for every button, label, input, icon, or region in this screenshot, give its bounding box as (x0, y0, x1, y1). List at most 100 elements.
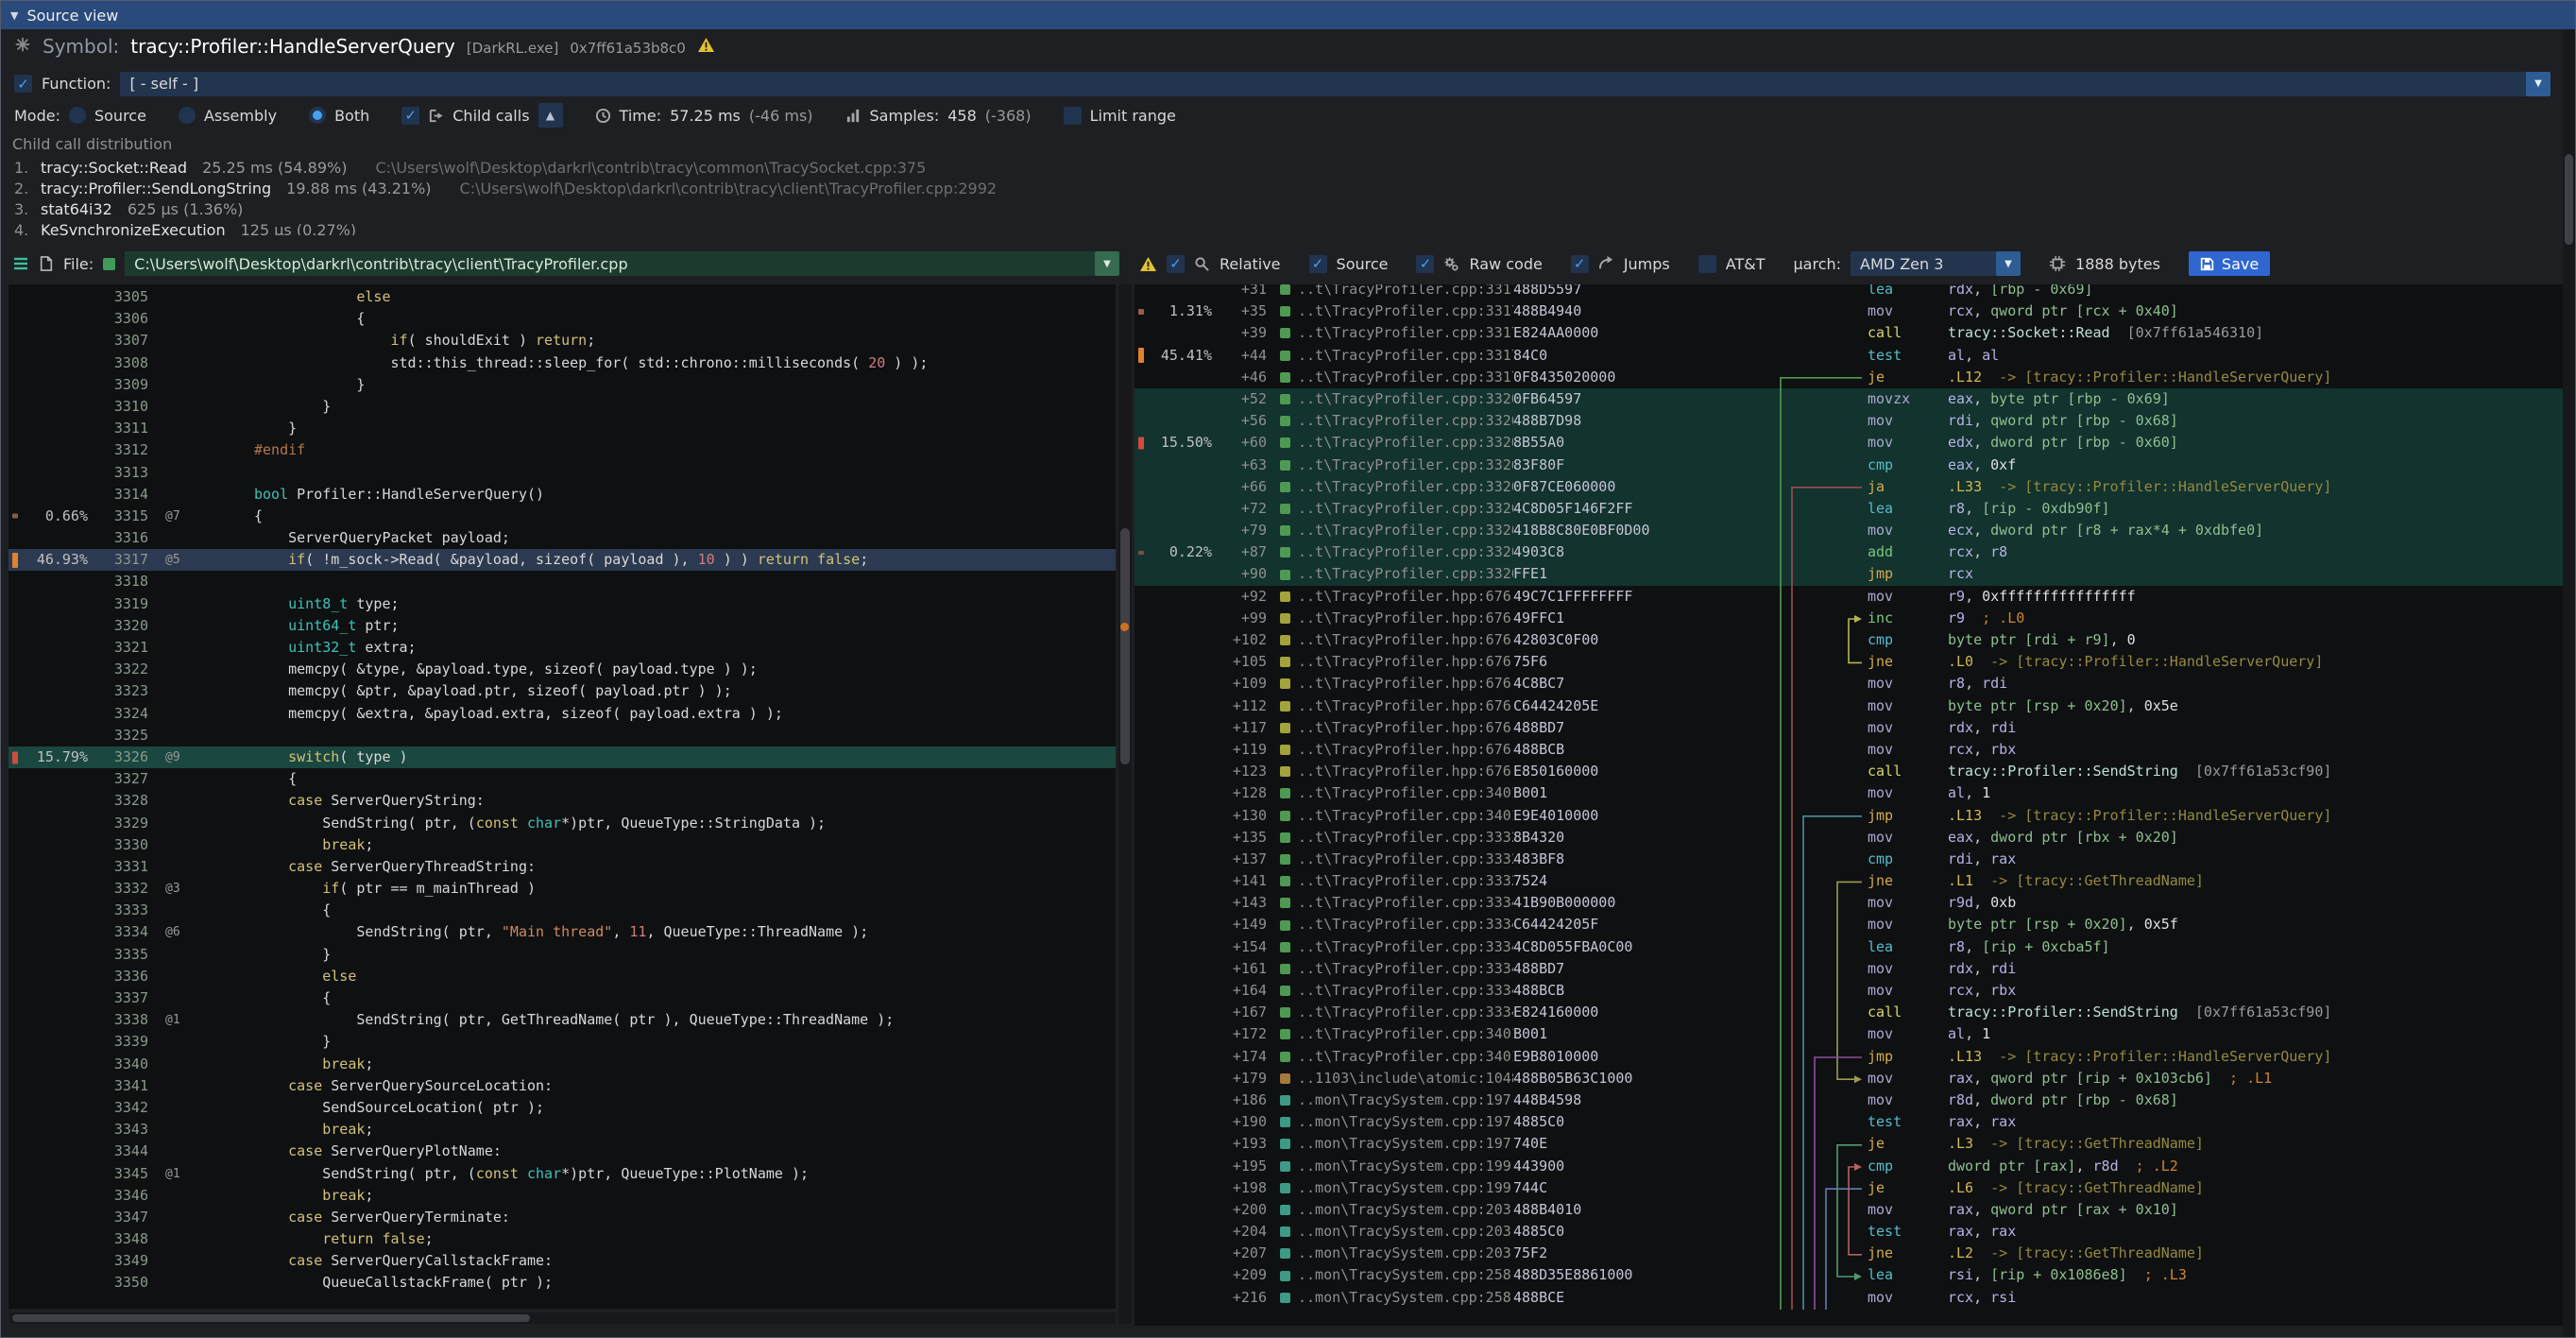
asm-row[interactable]: +161..t\TracyProfiler.cpp:3334488BD7movr… (1134, 958, 2563, 980)
asm-row[interactable]: +72..t\TracyProfiler.cpp:33264C8D05F146F… (1134, 498, 2563, 520)
source-line[interactable]: 3337 { (9, 987, 1116, 1009)
file-list-icon[interactable] (12, 255, 29, 272)
source-line[interactable]: 3338@1 SendString( ptr, GetThreadName( p… (9, 1009, 1116, 1031)
distribution-item[interactable]: 1.tracy::Socket::Read25.25 ms (54.89%)C:… (14, 158, 2537, 179)
asm-row[interactable]: +99..t\TracyProfiler.hpp:67649FFC1incr9 … (1134, 608, 2563, 629)
source-line[interactable]: 3345@1 SendString( ptr, (const char*)ptr… (9, 1163, 1116, 1185)
asm-row[interactable]: +195..mon\TracySystem.cpp:199443900cmpdw… (1134, 1156, 2563, 1177)
source-horizontal-scrollbar[interactable] (10, 1312, 1116, 1324)
source-line[interactable]: 3341 case ServerQuerySourceLocation: (9, 1075, 1116, 1097)
propagate-up-button[interactable]: ▲ (538, 103, 563, 128)
asm-row[interactable]: +179..1103\include\atomic:1048488B05B63C… (1134, 1068, 2563, 1089)
radio-assembly[interactable] (179, 107, 196, 124)
source-line[interactable]: 3323 memcpy( &ptr, &payload.ptr, sizeof(… (9, 680, 1116, 702)
source-line[interactable]: 3305 else (9, 286, 1116, 308)
source-line[interactable]: 3343 break; (9, 1119, 1116, 1141)
asm-row[interactable]: +137..t\TracyProfiler.cpp:3332483BF8cmpr… (1134, 849, 2563, 870)
asm-row[interactable]: +172..t\TracyProfiler.cpp:3401B001moval,… (1134, 1023, 2563, 1045)
source-line[interactable]: 3330 break; (9, 834, 1116, 856)
asm-row[interactable]: +92..t\TracyProfiler.hpp:67649C7C1FFFFFF… (1134, 586, 2563, 608)
asm-row[interactable]: +164..t\TracyProfiler.cpp:3334488BCBmovr… (1134, 980, 2563, 1002)
source-line[interactable]: 3348 return false; (9, 1228, 1116, 1250)
source-line[interactable]: 3335 } (9, 944, 1116, 966)
asm-row[interactable]: +207..mon\TracySystem.cpp:20375F2jne.L2 … (1134, 1243, 2563, 1264)
function-combo[interactable]: [ - self - ] ▼ (120, 72, 2550, 96)
window-vertical-scrollbar[interactable] (2563, 29, 2575, 1337)
asm-row[interactable]: +117..t\TracyProfiler.hpp:676488BD7movrd… (1134, 717, 2563, 739)
asm-row[interactable]: 0.22%+87..t\TracyProfiler.cpp:33264903C8… (1134, 541, 2563, 563)
source-line[interactable]: 3316 ServerQueryPacket payload; (9, 527, 1116, 549)
distribution-item[interactable]: 2.tracy::Profiler::SendLongString19.88 m… (14, 179, 2537, 199)
radio-source[interactable] (69, 107, 86, 124)
asm-row[interactable]: +123..t\TracyProfiler.hpp:676E850160000c… (1134, 761, 2563, 782)
radio-both[interactable] (309, 107, 326, 124)
source-line[interactable]: 3342 SendSourceLocation( ptr ); (9, 1097, 1116, 1119)
asm-row[interactable]: 15.50%+60..t\TracyProfiler.cpp:33268B55A… (1134, 432, 2563, 454)
source-line[interactable]: 3321 uint32_t extra; (9, 637, 1116, 659)
function-checkbox[interactable] (14, 75, 32, 93)
source-line[interactable]: 3307 if( shouldExit ) return; (9, 330, 1116, 352)
source-line[interactable]: 0.66%3315@7{ (9, 506, 1116, 527)
asm-row[interactable]: +143..t\TracyProfiler.cpp:333441B90B0000… (1134, 892, 2563, 914)
asm-row[interactable]: +56..t\TracyProfiler.cpp:3326488B7D98mov… (1134, 410, 2563, 432)
asm-row[interactable]: +112..t\TracyProfiler.hpp:676C64424205Em… (1134, 695, 2563, 717)
asm-row[interactable]: +31..t\TracyProfiler.cpp:3317488D5597lea… (1134, 284, 2563, 300)
chevron-down-icon[interactable]: ▼ (1996, 251, 2021, 276)
source-line[interactable]: 3313 (9, 462, 1116, 484)
source-vertical-scrollbar[interactable] (1118, 284, 1132, 1324)
source-line[interactable]: 3324 memcpy( &extra, &payload.extra, siz… (9, 703, 1116, 725)
asm-row[interactable]: +141..t\TracyProfiler.cpp:33327524jne.L1… (1134, 870, 2563, 892)
scrollbar-thumb[interactable] (2565, 154, 2573, 245)
source-line[interactable]: 3340 break; (9, 1054, 1116, 1075)
source-line[interactable]: 3328 case ServerQueryString: (9, 790, 1116, 812)
source-line[interactable]: 3308 std::this_thread::sleep_for( std::c… (9, 352, 1116, 374)
asm-row[interactable]: +119..t\TracyProfiler.hpp:676488BCBmovrc… (1134, 739, 2563, 761)
source-line[interactable]: 3349 case ServerQueryCallstackFrame: (9, 1250, 1116, 1272)
asm-row[interactable]: +90..t\TracyProfiler.cpp:3326FFE1jmprcx (1134, 563, 2563, 585)
file-combo[interactable]: C:\Users\wolf\Desktop\darkrl\contrib\tra… (125, 251, 1119, 276)
asm-row[interactable]: +135..t\TracyProfiler.cpp:33328B4320move… (1134, 827, 2563, 849)
scrollbar-thumb[interactable] (1120, 528, 1130, 764)
source-line[interactable]: 3322 memcpy( &type, &payload.type, sizeo… (9, 659, 1116, 680)
asm-row[interactable]: +154..t\TracyProfiler.cpp:33344C8D055FBA… (1134, 936, 2563, 958)
asm-row[interactable]: +130..t\TracyProfiler.cpp:3401E9E4010000… (1134, 805, 2563, 827)
source-line[interactable]: 3325 (9, 725, 1116, 746)
chevron-down-icon[interactable]: ▼ (1095, 251, 1119, 276)
child-calls-checkbox[interactable] (401, 107, 419, 125)
relative-checkbox[interactable] (1167, 255, 1185, 273)
distribution-item[interactable]: 4.KeSynchronizeExecution125 μs (0.27%) (14, 220, 2537, 235)
asm-row[interactable]: +109..t\TracyProfiler.hpp:6764C8BC7movr8… (1134, 673, 2563, 695)
asm-row[interactable]: +102..t\TracyProfiler.hpp:67642803C0F00c… (1134, 629, 2563, 651)
asm-row[interactable]: +186..mon\TracySystem.cpp:197448B4598mov… (1134, 1089, 2563, 1111)
asm-row[interactable]: 1.31%+35..t\TracyProfiler.cpp:3317488B49… (1134, 300, 2563, 322)
asm-row[interactable]: +46..t\TracyProfiler.cpp:33170F843502000… (1134, 367, 2563, 388)
source-line[interactable]: 3346 break; (9, 1185, 1116, 1207)
asm-row[interactable]: +79..t\TracyProfiler.cpp:3326418B8C80E0B… (1134, 520, 2563, 541)
source-line[interactable]: 3311 } (9, 418, 1116, 439)
asm-row[interactable]: +198..mon\TracySystem.cpp:199744Cje.L6 -… (1134, 1177, 2563, 1199)
asm-row[interactable]: +174..t\TracyProfiler.cpp:3401E9B8010000… (1134, 1046, 2563, 1068)
asm-row[interactable]: 45.41%+44..t\TracyProfiler.cpp:331784C0t… (1134, 345, 2563, 367)
source-line[interactable]: 3327 { (9, 768, 1116, 790)
asm-row[interactable]: +149..t\TracyProfiler.cpp:3334C64424205F… (1134, 914, 2563, 935)
chevron-down-icon[interactable]: ▼ (2526, 72, 2550, 96)
source-line[interactable]: 15.79%3326@9 switch( type ) (9, 746, 1116, 768)
asm-row[interactable]: +190..mon\TracySystem.cpp:1974885C0testr… (1134, 1111, 2563, 1133)
source-line[interactable]: 3306 { (9, 308, 1116, 330)
source-line[interactable]: 3334@6 SendString( ptr, "Main thread", 1… (9, 921, 1116, 943)
asm-row[interactable]: +209..mon\TracySystem.cpp:258488D35E8861… (1134, 1264, 2563, 1286)
source-line[interactable]: 3318 (9, 571, 1116, 592)
source-line[interactable]: 3320 uint64_t ptr; (9, 615, 1116, 637)
asm-row[interactable]: +216..mon\TracySystem.cpp:258488BCEmovrc… (1134, 1287, 2563, 1309)
source-line[interactable]: 3344 case ServerQueryPlotName: (9, 1141, 1116, 1162)
distribution-item[interactable]: 3.stat64i32625 μs (1.36%) (14, 199, 2537, 220)
uarch-combo[interactable]: AMD Zen 3 ▼ (1851, 251, 2021, 276)
source-line[interactable]: 3310 } (9, 396, 1116, 418)
source-line[interactable]: 3350 QueueCallstackFrame( ptr ); (9, 1272, 1116, 1294)
att-checkbox[interactable] (1698, 255, 1716, 273)
asm-row[interactable]: +52..t\TracyProfiler.cpp:33260FB64597mov… (1134, 388, 2563, 410)
source-line[interactable]: 3329 SendString( ptr, (const char*)ptr, … (9, 813, 1116, 834)
source-checkbox[interactable] (1309, 255, 1327, 273)
source-line[interactable]: 3332@3 if( ptr == m_mainThread ) (9, 878, 1116, 900)
jumps-checkbox[interactable] (1571, 255, 1589, 273)
